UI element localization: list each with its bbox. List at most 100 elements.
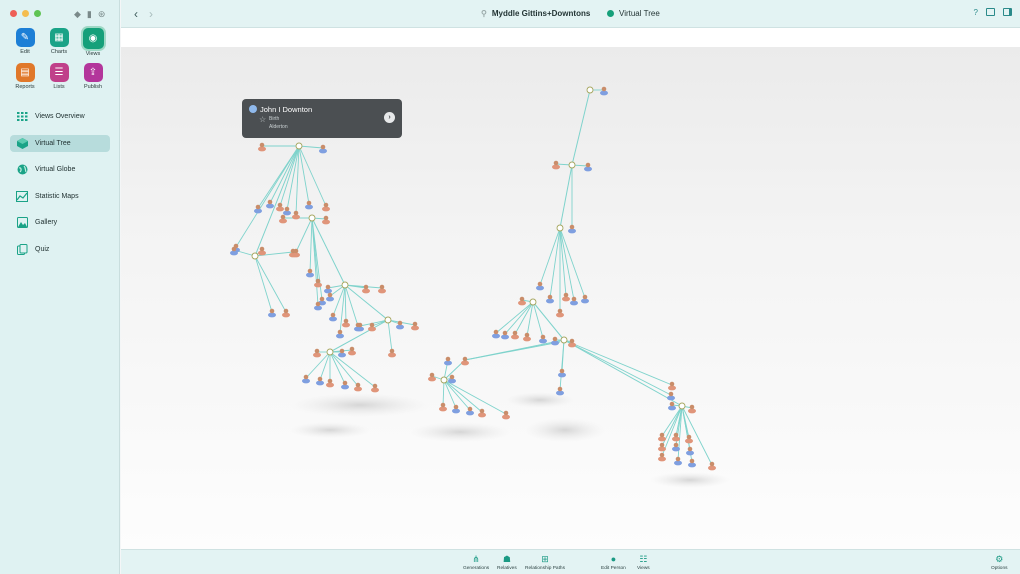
family-ring[interactable]	[568, 161, 576, 169]
options-button[interactable]: ⚙ Options	[991, 553, 1008, 571]
person-node[interactable]	[584, 162, 592, 172]
family-ring[interactable]	[251, 252, 259, 260]
person-node[interactable]	[568, 224, 576, 234]
family-ring[interactable]	[384, 316, 392, 324]
person-node[interactable]	[362, 284, 370, 294]
person-node[interactable]	[305, 200, 313, 210]
person-node[interactable]	[268, 308, 276, 318]
person-node[interactable]	[266, 199, 274, 209]
person-node[interactable]	[581, 294, 589, 304]
person-node[interactable]	[276, 202, 284, 212]
person-node[interactable]	[354, 382, 362, 392]
person-node[interactable]	[562, 292, 570, 302]
person-node[interactable]	[316, 376, 324, 386]
person-node[interactable]	[314, 278, 322, 288]
person-node[interactable]	[258, 246, 266, 256]
person-node[interactable]	[306, 268, 314, 278]
person-node[interactable]	[388, 348, 396, 358]
person-node[interactable]	[322, 215, 330, 225]
person-node[interactable]	[444, 356, 452, 366]
person-node[interactable]	[501, 330, 509, 340]
family-ring[interactable]	[560, 336, 568, 344]
person-node[interactable]	[658, 432, 666, 442]
person-node[interactable]	[326, 378, 334, 388]
forward-arrow-icon[interactable]: ›	[149, 7, 153, 21]
person-node[interactable]	[511, 330, 519, 340]
person-node[interactable]	[341, 380, 349, 390]
person-node[interactable]	[518, 296, 526, 306]
person-node[interactable]	[319, 144, 327, 154]
family-ring[interactable]	[586, 86, 594, 94]
person-node[interactable]	[536, 281, 544, 291]
lists-app-button[interactable]: ☰ Lists	[42, 63, 76, 90]
person-popover[interactable]: John I Downton ☆ Birth Alderton ›	[242, 99, 402, 138]
person-node[interactable]	[258, 142, 266, 152]
views-app-button[interactable]: ◉ Views	[76, 28, 110, 57]
person-node[interactable]	[302, 374, 310, 384]
edit-app-button[interactable]: ✎ Edit	[8, 28, 42, 57]
person-node[interactable]	[378, 284, 386, 294]
person-node[interactable]	[313, 348, 321, 358]
person-node[interactable]	[322, 202, 330, 212]
person-node[interactable]	[348, 346, 356, 356]
person-node[interactable]	[452, 404, 460, 414]
views-button[interactable]: ☷ Views	[637, 553, 650, 571]
relatives-button[interactable]: ☗ Relatives	[497, 553, 517, 571]
person-node[interactable]	[342, 318, 350, 328]
person-node[interactable]	[292, 210, 300, 220]
family-ring[interactable]	[308, 214, 316, 222]
person-node[interactable]	[466, 406, 474, 416]
family-ring[interactable]	[326, 348, 334, 356]
person-node[interactable]	[461, 356, 469, 366]
person-node[interactable]	[672, 432, 680, 442]
help-icon[interactable]: ?	[974, 8, 978, 17]
sidebar-item-statistic-maps[interactable]: Statistic Maps	[10, 188, 110, 205]
person-node[interactable]	[667, 391, 675, 401]
bookmark-icon[interactable]: ▮	[87, 9, 92, 20]
person-node[interactable]	[523, 332, 531, 342]
person-node[interactable]	[254, 204, 262, 214]
family-ring[interactable]	[440, 376, 448, 384]
person-node[interactable]	[668, 401, 676, 411]
person-node[interactable]	[279, 214, 287, 224]
back-arrow-icon[interactable]: ‹	[134, 7, 138, 21]
family-ring[interactable]	[341, 281, 349, 289]
sidebar-item-views-overview[interactable]: Views Overview	[10, 108, 110, 125]
person-node[interactable]	[539, 334, 547, 344]
family-ring[interactable]	[556, 224, 564, 232]
person-node[interactable]	[329, 312, 337, 322]
sidebar-item-virtual-globe[interactable]: Virtual Globe	[10, 161, 110, 178]
charts-app-button[interactable]: ▦ Charts	[42, 28, 76, 57]
person-node[interactable]	[283, 206, 291, 216]
person-node[interactable]	[570, 296, 578, 306]
sidebar-item-gallery[interactable]: Gallery	[10, 214, 110, 231]
person-node[interactable]	[282, 308, 290, 318]
person-node[interactable]	[556, 308, 564, 318]
person-node[interactable]	[558, 368, 566, 378]
person-node[interactable]	[552, 160, 560, 170]
family-ring[interactable]	[295, 142, 303, 150]
person-node[interactable]	[674, 456, 682, 466]
person-node[interactable]	[336, 329, 344, 339]
family-ring[interactable]	[678, 402, 686, 410]
person-node[interactable]	[658, 442, 666, 452]
relationship-paths-button[interactable]: ⊞ Relationship Paths	[525, 553, 565, 571]
publish-app-button[interactable]: ⇪ Publish	[76, 63, 110, 90]
generations-button[interactable]: ⋔ Generations	[463, 553, 489, 571]
minimize-window-button[interactable]	[22, 10, 29, 17]
person-node[interactable]	[411, 321, 419, 331]
chevron-right-icon[interactable]: ›	[384, 112, 395, 123]
person-node[interactable]	[556, 386, 564, 396]
reports-app-button[interactable]: ▤ Reports	[8, 63, 42, 90]
window-layout-icon[interactable]	[986, 8, 995, 16]
edit-person-button[interactable]: ● Edit Person	[601, 553, 626, 571]
sidebar-item-virtual-tree[interactable]: Virtual Tree	[10, 134, 110, 152]
person-node[interactable]	[439, 402, 447, 412]
person-node[interactable]	[688, 458, 696, 468]
tree-person-nodes[interactable]	[230, 86, 716, 471]
person-node[interactable]	[338, 348, 346, 358]
person-node[interactable]	[685, 434, 693, 444]
person-node[interactable]	[324, 284, 332, 294]
person-node[interactable]	[688, 404, 696, 414]
person-node[interactable]	[708, 461, 716, 471]
